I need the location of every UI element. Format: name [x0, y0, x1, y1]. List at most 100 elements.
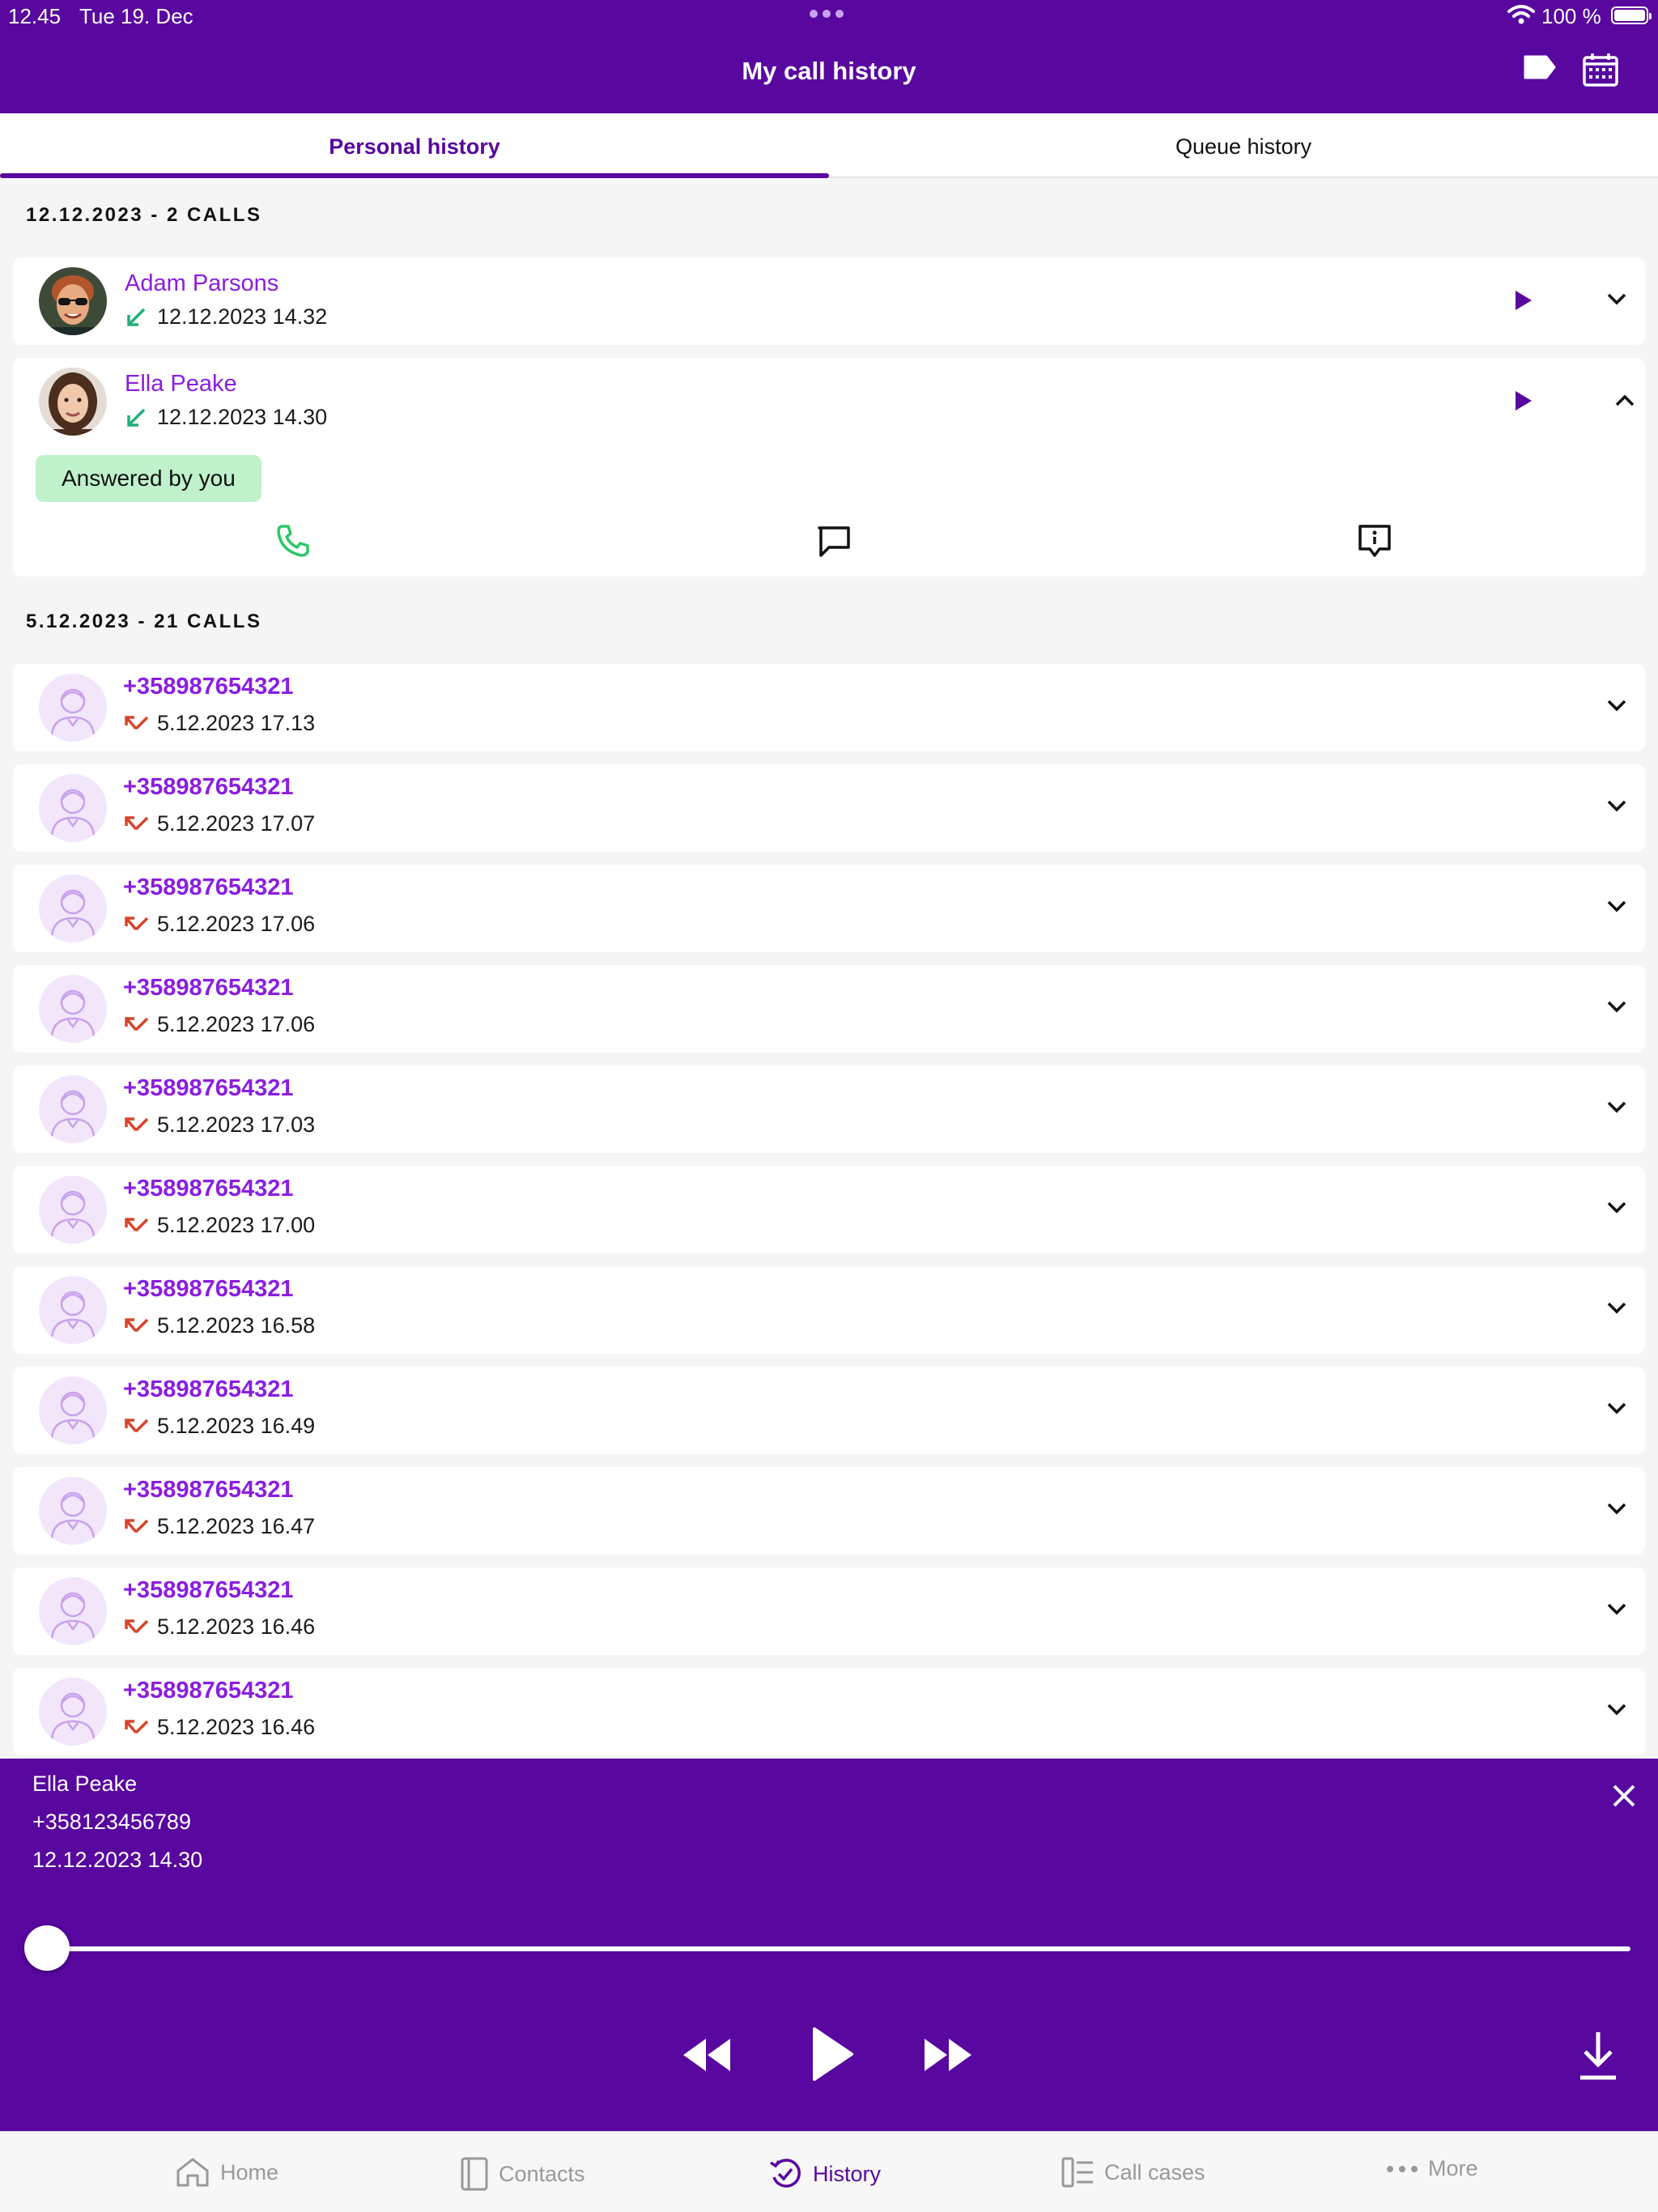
nav-more[interactable]: More: [1386, 2156, 1478, 2181]
caller-number[interactable]: +358987654321: [123, 1678, 293, 1704]
status-badge: Answered by you: [36, 455, 261, 502]
section-heading: 5.12.2023 - 21 CALLS: [26, 610, 262, 632]
call-datetime: 5.12.2023 17.03: [157, 1112, 316, 1137]
chevron-down-icon[interactable]: [1605, 1600, 1629, 1619]
missed-call-icon: [125, 1720, 149, 1734]
call-row[interactable]: +358987654321 5.12.2023 16.47: [13, 1467, 1645, 1555]
missed-call-icon: [125, 1117, 149, 1132]
chevron-down-icon[interactable]: [1605, 998, 1629, 1017]
multitasking-dots-icon[interactable]: [810, 10, 844, 18]
tag-icon[interactable]: [1522, 53, 1558, 81]
incoming-call-icon: [127, 308, 146, 326]
caller-number[interactable]: +358987654321: [123, 774, 293, 801]
call-cases-icon: [1061, 2157, 1093, 2188]
home-icon: [176, 2158, 209, 2187]
battery-icon: [1611, 6, 1652, 24]
missed-call-icon: [125, 1017, 149, 1032]
chevron-down-icon[interactable]: [1605, 1098, 1629, 1117]
player-caller-number: +358123456789: [32, 1810, 191, 1834]
more-icon: [1387, 2165, 1418, 2172]
call-row[interactable]: +358987654321 5.12.2023 16.46: [13, 1568, 1645, 1655]
call-datetime: 12.12.2023 14.32: [157, 304, 328, 329]
status-time: 12.45: [8, 4, 62, 28]
chevron-down-icon[interactable]: [1605, 290, 1629, 309]
call-row[interactable]: +358987654321 5.12.2023 17.06: [13, 865, 1645, 952]
call-row[interactable]: +358987654321 5.12.2023 17.07: [13, 764, 1645, 852]
chevron-down-icon[interactable]: [1605, 1299, 1629, 1318]
call-row[interactable]: +358987654321 5.12.2023 17.06: [13, 965, 1645, 1053]
nav-contacts[interactable]: Contacts: [460, 2156, 585, 2192]
avatar-placeholder: [39, 1376, 107, 1444]
call-row[interactable]: +358987654321 5.12.2023 16.49: [13, 1367, 1645, 1454]
chevron-down-icon[interactable]: [1605, 1700, 1629, 1720]
chevron-down-icon[interactable]: [1605, 1198, 1629, 1218]
player-call-datetime: 12.12.2023 14.30: [32, 1848, 203, 1872]
chevron-down-icon[interactable]: [1605, 1499, 1629, 1519]
recording-player: Ella Peake +358123456789 12.12.2023 14.3…: [0, 1759, 1658, 2131]
info-icon[interactable]: [1355, 521, 1394, 560]
caller-number[interactable]: +358987654321: [123, 1477, 293, 1504]
play-recording-icon[interactable]: [1511, 389, 1535, 413]
nav-home[interactable]: Home: [175, 2156, 278, 2189]
missed-call-icon: [125, 1318, 149, 1333]
nav-history[interactable]: History: [767, 2156, 881, 2192]
call-history-list[interactable]: 12.12.2023 - 2 CALLS Adam Parsons 12.12.…: [0, 180, 1658, 1759]
chevron-down-icon[interactable]: [1605, 897, 1629, 917]
caller-number[interactable]: +358987654321: [123, 1376, 293, 1403]
chevron-down-icon[interactable]: [1605, 1399, 1629, 1419]
caller-name[interactable]: Adam Parsons: [125, 270, 278, 297]
nav-contacts-label: Contacts: [499, 2161, 585, 2186]
contacts-icon: [461, 2157, 488, 2191]
call-row[interactable]: +358987654321 5.12.2023 17.03: [13, 1066, 1645, 1153]
caller-number[interactable]: +358987654321: [123, 1577, 293, 1604]
call-datetime: 5.12.2023 17.06: [157, 1012, 316, 1036]
avatar-placeholder: [39, 1678, 107, 1746]
calendar-icon[interactable]: [1582, 52, 1619, 87]
playback-progress-track[interactable]: [47, 1946, 1630, 1951]
avatar-placeholder: [39, 1176, 107, 1244]
call-datetime: 5.12.2023 16.46: [157, 1715, 316, 1739]
play-icon[interactable]: [810, 2026, 855, 2082]
message-icon[interactable]: [814, 521, 853, 560]
missed-call-icon: [125, 1519, 149, 1534]
caller-name[interactable]: Ella Peake: [125, 371, 237, 398]
chevron-down-icon[interactable]: [1605, 696, 1629, 716]
top-bar: 12.45 Tue 19. Dec 100 % My call history: [0, 0, 1658, 113]
call-back-phone-icon[interactable]: [274, 521, 312, 560]
page-title: My call history: [742, 57, 916, 85]
playback-slider-thumb[interactable]: [24, 1925, 70, 1971]
history-icon: [770, 2159, 801, 2188]
caller-number[interactable]: +358987654321: [123, 674, 293, 700]
call-row[interactable]: Adam Parsons 12.12.2023 14.32: [13, 257, 1645, 345]
caller-number[interactable]: +358987654321: [123, 975, 293, 1002]
caller-number[interactable]: +358987654321: [123, 1075, 293, 1102]
fast-forward-icon[interactable]: [923, 2034, 975, 2076]
caller-number[interactable]: +358987654321: [123, 874, 293, 901]
avatar-placeholder: [39, 1577, 107, 1645]
tab-queue-history[interactable]: Queue history: [829, 113, 1658, 177]
chevron-up-icon[interactable]: [1613, 390, 1637, 410]
call-row[interactable]: +358987654321 5.12.2023 17.00: [13, 1166, 1645, 1253]
call-datetime: 5.12.2023 16.46: [157, 1614, 316, 1639]
nav-more-label: More: [1428, 2156, 1478, 2180]
avatar-placeholder: [39, 975, 107, 1043]
nav-home-label: Home: [220, 2159, 279, 2184]
nav-call-cases[interactable]: Call cases: [1061, 2156, 1205, 2189]
bottom-navigation: Home Contacts History Call cases More: [0, 2131, 1658, 2212]
call-datetime: 5.12.2023 17.07: [157, 811, 316, 836]
rewind-icon[interactable]: [680, 2034, 732, 2076]
call-row[interactable]: +358987654321 5.12.2023 17.13: [13, 664, 1645, 751]
avatar: [39, 267, 107, 335]
call-datetime: 5.12.2023 16.49: [157, 1414, 316, 1438]
tab-personal-history[interactable]: Personal history: [0, 113, 829, 178]
call-row[interactable]: +358987654321 5.12.2023 16.46: [13, 1668, 1645, 1755]
caller-number[interactable]: +358987654321: [123, 1276, 293, 1303]
caller-number[interactable]: +358987654321: [123, 1176, 293, 1202]
call-row-expanded[interactable]: Ella Peake 12.12.2023 14.30 Answered by …: [13, 358, 1645, 576]
close-icon[interactable]: [1608, 1780, 1640, 1812]
play-recording-icon[interactable]: [1511, 288, 1535, 313]
chevron-down-icon[interactable]: [1605, 797, 1629, 816]
call-row[interactable]: +358987654321 5.12.2023 16.58: [13, 1266, 1645, 1354]
download-icon[interactable]: [1575, 2029, 1621, 2082]
call-datetime: 12.12.2023 14.30: [157, 405, 328, 429]
